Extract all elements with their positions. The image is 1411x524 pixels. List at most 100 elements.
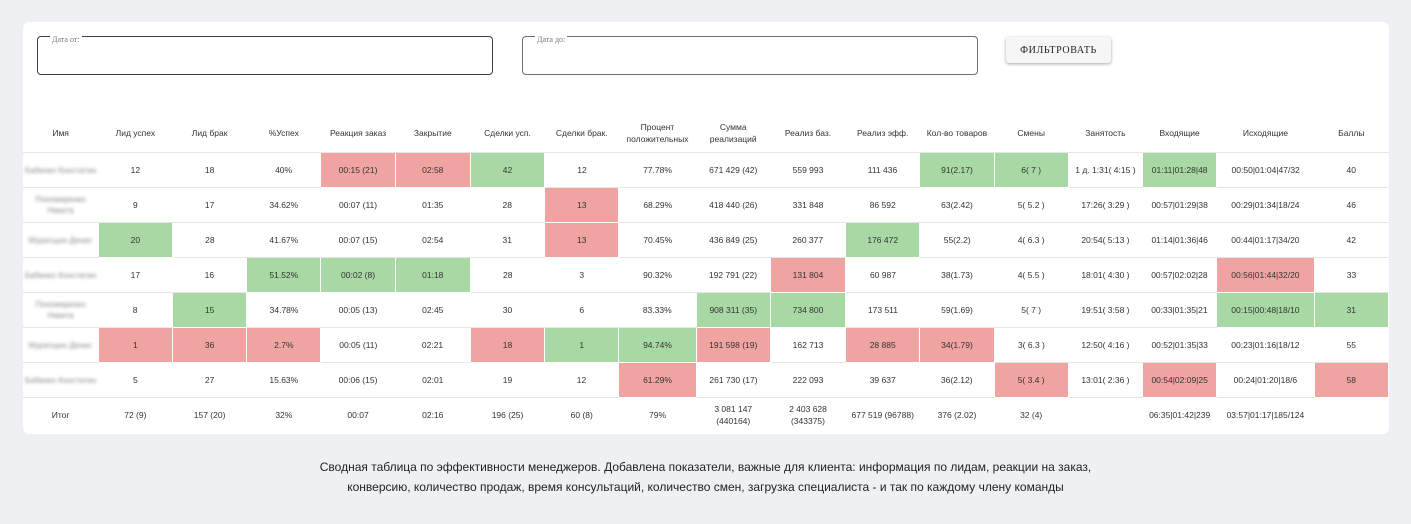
manager-name: Бабенко Констатин: [25, 376, 97, 385]
table-cell: 18:01( 4:30 ): [1068, 257, 1143, 293]
table-cell: 00:07 (15): [320, 222, 396, 258]
table-cell: 36(2.12): [919, 362, 995, 398]
manager-name: Бабенко Констатин: [25, 271, 97, 280]
table-row[interactable]: Пономаренко Никита 8 15 34.78% 00:05 (13) 02:…: [23, 292, 1390, 328]
table-cell: 192 791 (22): [696, 257, 771, 293]
table-cell: 39 637: [845, 362, 920, 398]
table-cell: 58: [1313, 362, 1390, 398]
table-cell: 94.74%: [618, 327, 697, 363]
table-cell: 1: [544, 327, 620, 363]
table-cell: 28: [470, 187, 545, 223]
table-row[interactable]: Бабенко Констатин 5 27 15.63% 00:06 (15) 02:0…: [23, 362, 1390, 398]
total-row: Итог 72 (9) 157 (20) 32% 00:07 02:16 196 (25) 6…: [23, 398, 1389, 432]
table-cell: 02:45: [395, 292, 471, 328]
table-cell: 1 д. 1:31( 4:15 ): [1068, 152, 1143, 188]
table-cell: 418 440 (26): [696, 187, 771, 223]
table-cell: 12: [544, 362, 619, 398]
table-cell: 61.29%: [618, 362, 697, 398]
table-row[interactable]: Бабенко Констатин 12 18 40% 00:15 (21) 02:58 4…: [23, 152, 1389, 188]
table-cell: 36: [171, 327, 248, 363]
table-cell: 40%: [246, 152, 321, 188]
table-cell: 4( 5.5 ): [994, 257, 1069, 293]
date-from-label: Дата от:: [50, 35, 82, 45]
column-header: Сумма реализаций: [696, 114, 771, 153]
column-header: Смены: [994, 114, 1069, 153]
table-cell: 68.29%: [618, 187, 697, 223]
table-cell: 559 993: [770, 152, 846, 188]
table-cell: 12: [544, 152, 619, 188]
table-cell: 34.78%: [246, 292, 321, 328]
table-cell: 28: [172, 222, 247, 258]
table-cell: 260 377: [770, 222, 846, 258]
table-cell: 30: [470, 292, 545, 328]
date-to-field[interactable]: Дата до:: [522, 35, 978, 75]
table-cell: 00:56|01:44|32/20: [1216, 257, 1315, 293]
column-header: Реакция заказ: [320, 114, 396, 153]
column-header: Кол-во товаров: [919, 114, 995, 153]
efficiency-table: Имя Лид успех Лид брак %Успех Реакция заказ З…: [23, 114, 1390, 432]
table-cell: 77.78%: [618, 152, 697, 188]
table-cell: 3: [544, 257, 619, 293]
table-cell: 00:23|01:16|18/12: [1216, 327, 1315, 363]
column-header: Реализ баз.: [770, 114, 846, 153]
table-cell: 00:50|01:04|47/32: [1216, 152, 1315, 188]
table-cell: 00:52|01:35|33: [1142, 327, 1217, 363]
caption-line-2: конверсию, количество продаж, время конс…: [347, 480, 1064, 494]
table-cell: 51.52%: [246, 257, 322, 293]
table-row[interactable]: Пономаренко Никита 9 17 34.62% 00:07 (11) 01:…: [23, 187, 1389, 223]
table-cell: 4( 6.3 ): [994, 222, 1069, 258]
date-from-field[interactable]: Дата от:: [37, 35, 493, 75]
manager-name-cell: Муратщин Денис: [23, 222, 99, 258]
table-cell: 17: [172, 187, 247, 223]
table-cell: 261 730 (17): [696, 362, 771, 398]
table-cell: 91(2.17): [919, 152, 995, 188]
table-cell: 436 849 (25): [696, 222, 771, 258]
table-cell: 9: [98, 187, 173, 223]
table-cell: 20:54( 5:13 ): [1068, 222, 1143, 258]
table-cell: 27: [172, 362, 247, 398]
column-header: Занятость: [1068, 114, 1143, 153]
total-cell: 32%: [275, 409, 293, 420]
table-cell: 70.45%: [618, 222, 697, 258]
table-cell: 131 804: [769, 257, 847, 293]
table-row[interactable]: Муратщин Денис 20 28 41.67% 00:07 (15) 02:54 3…: [23, 222, 1389, 258]
table-cell: 00:07 (11): [320, 187, 396, 223]
table-cell: 13: [544, 222, 620, 258]
table-cell: 222 093: [770, 362, 846, 398]
total-cell: 72 (9): [124, 409, 147, 420]
table-cell: 02:01: [395, 362, 471, 398]
table-cell: 18: [469, 327, 546, 363]
manager-name-cell: Пономаренко Никита: [23, 292, 99, 328]
column-header: Баллы: [1314, 114, 1389, 153]
table-header-row: Имя Лид успех Лид брак %Успех Реакция заказ З…: [23, 114, 1389, 153]
filter-button[interactable]: ФИЛЬТРОВАТЬ: [1006, 37, 1111, 63]
table-cell: 17:26( 3:29 ): [1068, 187, 1143, 223]
column-header: Реализ эфф.: [845, 114, 920, 153]
table-cell: 00:24|01:20|18/6: [1216, 362, 1315, 398]
manager-name-cell: Бабенко Констатин: [23, 152, 99, 188]
total-cell: 00:07: [347, 409, 369, 420]
table-cell: 86 592: [845, 187, 920, 223]
table-cell: 734 800: [769, 292, 847, 328]
caption-line-1: Сводная таблица по эффективности менедже…: [319, 460, 1092, 474]
table-cell: 34.62%: [246, 187, 321, 223]
table-cell: 13:01( 2:36 ): [1068, 362, 1143, 398]
column-header: Имя: [23, 114, 99, 153]
table-cell: 02:54: [395, 222, 471, 258]
table-cell: 5( 5.2 ): [994, 187, 1069, 223]
manager-name: Пономаренко Никита: [35, 195, 86, 215]
table-cell: 46: [1314, 187, 1389, 223]
table-cell: 42: [1314, 222, 1389, 258]
table-cell: 28: [470, 257, 545, 293]
table-cell: 15.63%: [246, 362, 321, 398]
column-header: Сделки брак.: [544, 114, 619, 153]
column-header: Процент положительных: [618, 114, 697, 153]
table-cell: 01:18: [394, 257, 471, 293]
table-cell: 2.7%: [246, 327, 322, 363]
table-row[interactable]: Бабенко Констатин 17 16 51.52% 00:02 (8) 01:1…: [23, 257, 1389, 293]
table-cell: 83.33%: [618, 292, 697, 328]
table-cell: 01:14|01:36|46: [1142, 222, 1217, 258]
manager-name: Муратщин Денис: [28, 341, 93, 350]
table-row[interactable]: Муратщин Денис 1 36 2.7% 00:05 (11) 02:21 18 1 9…: [23, 327, 1389, 363]
table-cell: 19:51( 3:58 ): [1068, 292, 1143, 328]
